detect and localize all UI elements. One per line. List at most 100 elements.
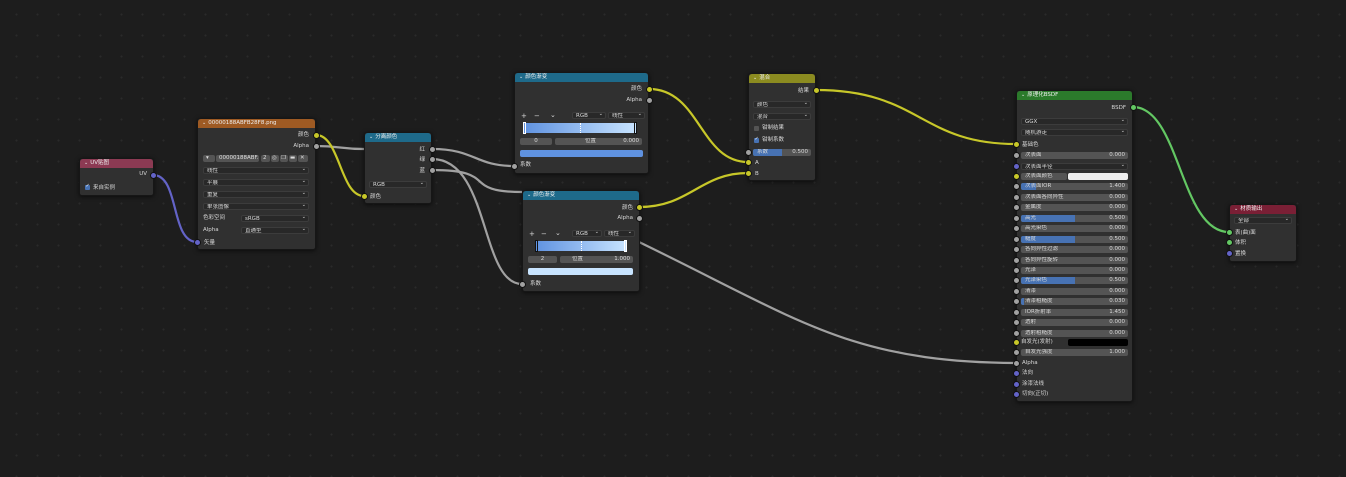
bsdf-param-row[interactable]: 透射粗糙度 0.000 <box>1021 329 1128 337</box>
unlink-close-icon[interactable]: ✕ <box>298 155 308 162</box>
duplicate-image-icon[interactable]: ❐ <box>280 155 288 162</box>
uv-map-node[interactable]: ⌄UV贴图 UV 来自实例 <box>79 158 154 196</box>
bsdf-param-row[interactable]: 金属度 0.000 <box>1021 204 1128 212</box>
normal-input-socket[interactable] <box>1013 370 1020 377</box>
ramp-stop-start[interactable] <box>523 122 526 134</box>
ramp-menu-chevron-down-icon[interactable]: ⌄ <box>555 229 561 237</box>
bsdf-param-input-socket[interactable] <box>1013 162 1020 170</box>
mix-data-type-dropdown[interactable]: 颜色 <box>753 101 811 108</box>
bsdf-param-input-socket[interactable] <box>1013 193 1020 201</box>
separate-color-input-socket[interactable] <box>361 193 368 200</box>
ramp-stop-end[interactable] <box>634 122 637 134</box>
principled-bsdf-header[interactable]: ⌄ 原理化BSDF <box>1017 91 1132 100</box>
surface-input-socket[interactable] <box>1226 229 1233 236</box>
projection-dropdown[interactable]: 平展 <box>203 179 309 186</box>
distribution-dropdown[interactable]: GGX <box>1021 118 1128 125</box>
image-texture-node[interactable]: ⌄ 00000188ABFB28F8.png 颜色 Alpha ▾ 0000018… <box>197 118 316 250</box>
image-vector-input-socket[interactable] <box>194 239 201 246</box>
emission-strength-input-socket[interactable] <box>1013 349 1020 356</box>
base-color-input-socket[interactable] <box>1013 141 1020 148</box>
ramp-stop-index-field[interactable]: 2 <box>528 256 557 263</box>
bsdf-param-row[interactable]: 次表面半径 <box>1021 162 1128 170</box>
green-output-socket[interactable] <box>429 156 436 163</box>
open-folder-icon[interactable]: ▬ <box>289 155 297 162</box>
bsdf-param-row[interactable]: 透射 0.000 <box>1021 319 1128 327</box>
ramp-stop-index-field[interactable]: 0 <box>520 138 552 145</box>
bsdf-param-input-socket[interactable] <box>1013 287 1020 295</box>
ramp-stop-end[interactable] <box>624 240 627 252</box>
bsdf-param-row[interactable]: 清漆 0.000 <box>1021 287 1128 295</box>
remove-stop-minus-icon[interactable]: − <box>541 230 547 238</box>
add-stop-plus-icon[interactable]: + <box>521 112 527 120</box>
bsdf-param-row[interactable]: 次表面颜色 <box>1021 172 1067 180</box>
remove-stop-minus-icon[interactable]: − <box>534 112 540 120</box>
ramp2-color-output-socket[interactable] <box>636 204 643 211</box>
separate-mode-dropdown[interactable]: RGB <box>369 181 427 188</box>
bsdf-param-input-socket[interactable] <box>1013 266 1020 274</box>
subsurface-color-swatch[interactable] <box>1068 172 1128 180</box>
bsdf-param-row[interactable]: IOR折射率 1.450 <box>1021 308 1128 316</box>
mix-factor-input-socket[interactable] <box>745 149 752 156</box>
clamp-result-checkbox[interactable] <box>754 126 759 131</box>
ramp2-alpha-output-socket[interactable] <box>636 215 643 222</box>
color-ramp-gradient[interactable] <box>535 240 627 252</box>
displacement-input-socket[interactable] <box>1226 250 1233 257</box>
ramp1-alpha-output-socket[interactable] <box>646 97 653 104</box>
mix-node[interactable]: ⌄混合 结果 颜色 混合 钳制结果 钳制系数 系数0.500 A B <box>748 73 816 181</box>
emission-strength-slider[interactable]: 自发光强度 1.000 <box>1021 349 1128 356</box>
mix-result-output-socket[interactable] <box>813 87 820 94</box>
bsdf-param-row[interactable]: 次表面IOR 1.400 <box>1021 183 1128 191</box>
mix-factor-slider[interactable]: 系数 0.500 <box>753 149 811 156</box>
ramp1-fac-input-socket[interactable] <box>511 163 518 170</box>
colorspace-dropdown[interactable]: sRGB <box>241 215 309 222</box>
ramp-interpolation-dropdown[interactable]: 线性 <box>604 230 635 237</box>
output-target-dropdown[interactable]: 全部 <box>1234 217 1292 224</box>
ramp-color-mode-dropdown[interactable]: RGB <box>572 112 606 119</box>
image-alpha-output-socket[interactable] <box>313 143 320 150</box>
tangent-input-socket[interactable] <box>1013 391 1020 398</box>
bsdf-param-row[interactable]: 糙度 0.500 <box>1021 235 1128 243</box>
bsdf-output-socket[interactable] <box>1130 104 1137 111</box>
collapse-chevron-icon[interactable]: ⌄ <box>84 160 88 166</box>
ramp-stop-position-field[interactable]: 位置 1.000 <box>560 256 633 263</box>
image-texture-header[interactable]: ⌄ 00000188ABFB28F8.png <box>198 119 315 128</box>
material-output-node[interactable]: ⌄材质输出 全部 表(曲)面 体积 置换 <box>1229 204 1297 262</box>
ramp2-fac-input-socket[interactable] <box>519 281 526 288</box>
ramp-stop-position-field[interactable]: 位置 0.000 <box>555 138 642 145</box>
ramp1-color-output-socket[interactable] <box>646 86 653 93</box>
clamp-factor-checkbox[interactable] <box>754 136 759 143</box>
ramp-stop-start[interactable] <box>535 240 538 252</box>
add-stop-plus-icon[interactable]: + <box>529 230 535 238</box>
extension-dropdown[interactable]: 重复 <box>203 191 309 198</box>
bsdf-param-input-socket[interactable] <box>1013 235 1020 243</box>
mix-b-input-socket[interactable] <box>745 170 752 177</box>
mix-node-header[interactable]: ⌄ 混合 <box>749 74 815 83</box>
blue-output-socket[interactable] <box>429 167 436 174</box>
bsdf-param-row[interactable]: 次表面各向异性 0.000 <box>1021 193 1128 201</box>
bsdf-param-input-socket[interactable] <box>1013 214 1020 222</box>
alpha-mode-dropdown[interactable]: 直通型 <box>241 227 309 234</box>
bsdf-param-row[interactable]: 各向异性过滤 0.000 <box>1021 246 1128 254</box>
image-name-field[interactable]: 00000188ABF... <box>216 155 259 162</box>
collapse-chevron-icon[interactable]: ⌄ <box>519 74 523 80</box>
bsdf-param-row[interactable]: 高光 0.500 <box>1021 214 1128 222</box>
separate-color-header[interactable]: ⌄ 分离颜色 <box>365 133 431 142</box>
fake-user-shield-icon[interactable]: ◎ <box>271 155 279 162</box>
collapse-chevron-icon[interactable]: ⌄ <box>202 120 206 126</box>
ramp-menu-chevron-down-icon[interactable]: ⌄ <box>550 111 556 119</box>
collapse-chevron-icon[interactable]: ⌄ <box>753 75 757 81</box>
bsdf-param-input-socket[interactable] <box>1013 172 1020 180</box>
uv-output-socket[interactable] <box>150 172 157 179</box>
ramp-interpolation-dropdown[interactable]: 线性 <box>608 112 645 119</box>
bsdf-param-row[interactable]: 高光染色 0.000 <box>1021 225 1128 233</box>
collapse-chevron-icon[interactable]: ⌄ <box>527 192 531 198</box>
image-browse-button[interactable]: ▾ <box>203 155 215 162</box>
material-output-header[interactable]: ⌄ 材质输出 <box>1230 205 1296 214</box>
bsdf-param-row[interactable]: 清漆粗糙度 0.030 <box>1021 298 1128 306</box>
ramp-color-mode-dropdown[interactable]: RGB <box>572 230 602 237</box>
color-ramp-1-header[interactable]: ⌄ 颜色渐变 <box>515 73 648 82</box>
color-ramp-node-2[interactable]: ⌄颜色渐变 颜色 Alpha + − ⌄ RGB 线性 2 位置1.000 系数 <box>522 190 640 292</box>
collapse-chevron-icon[interactable]: ⌄ <box>1234 206 1238 212</box>
image-color-output-socket[interactable] <box>313 132 320 139</box>
mix-a-input-socket[interactable] <box>745 159 752 166</box>
